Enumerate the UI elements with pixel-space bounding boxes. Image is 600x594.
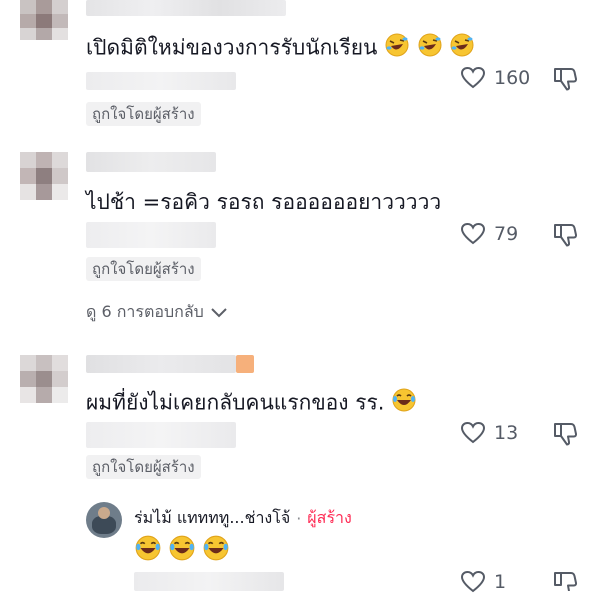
creator-label: ผู้สร้าง <box>307 508 352 527</box>
dislike-icon[interactable] <box>552 66 578 92</box>
avatar[interactable] <box>20 0 68 40</box>
liked-by-creator-badge: ถูกใจโดยผู้สร้าง <box>86 257 201 281</box>
dislike-icon[interactable] <box>552 222 578 248</box>
meta-blurred <box>134 572 284 591</box>
username-blurred <box>86 0 286 16</box>
rofl-emoji <box>449 32 475 65</box>
dislike-icon[interactable] <box>552 570 578 591</box>
heart-icon[interactable] <box>460 66 486 90</box>
like-count: 1 <box>494 571 507 593</box>
liked-by-creator-badge: ถูกใจโดยผู้สร้าง <box>86 102 201 126</box>
heart-icon[interactable] <box>460 222 486 246</box>
like-count: 160 <box>494 67 531 89</box>
liked-by-creator-badge: ถูกใจโดยผู้สร้าง <box>86 455 201 479</box>
like-control[interactable]: 160 <box>460 66 530 90</box>
like-control[interactable]: 79 <box>460 222 518 246</box>
dislike-icon[interactable] <box>552 421 578 447</box>
username-blurred <box>86 152 216 172</box>
chevron-down-icon <box>210 303 228 322</box>
reply-author[interactable]: ร่มไม้ แททททู...ช่างโจ้ <box>134 506 290 531</box>
heart-icon[interactable] <box>460 421 486 445</box>
joy-emoji <box>168 534 196 566</box>
avatar[interactable] <box>20 152 68 200</box>
heart-icon[interactable] <box>460 570 486 594</box>
like-control[interactable]: 13 <box>460 421 518 445</box>
joy-emoji <box>391 387 417 420</box>
joy-emoji <box>202 534 230 566</box>
view-replies-label: ดู 6 การตอบกลับ <box>86 302 204 321</box>
comment-text: เปิดมิติใหม่ของวงการรับนักเรียน <box>86 32 475 65</box>
comment-text: ผมที่ยังไม่เคยกลับคนแรกของ รร. <box>86 387 417 420</box>
view-replies-button[interactable]: ดู 6 การตอบกลับ <box>86 300 228 325</box>
like-count: 79 <box>494 223 519 245</box>
meta-blurred <box>86 422 236 448</box>
username-blurred-accent <box>236 355 254 373</box>
meta-blurred <box>86 222 216 248</box>
reply-header: ร่มไม้ แททททู...ช่างโจ้ · ผู้สร้าง <box>134 506 352 531</box>
joy-emoji <box>134 534 162 566</box>
avatar[interactable] <box>20 355 68 403</box>
like-count: 13 <box>494 422 519 444</box>
username-blurred <box>86 355 236 373</box>
like-control[interactable]: 1 <box>460 570 506 594</box>
rofl-emoji <box>384 32 410 65</box>
comment-text: ไปช้า =รอคิว รอรถ รออออออยาววววว <box>86 190 442 214</box>
reply-text <box>134 534 230 566</box>
reply-avatar[interactable] <box>86 502 122 538</box>
rofl-emoji <box>417 32 443 65</box>
separator-dot: · <box>296 509 302 528</box>
meta-blurred <box>86 72 236 90</box>
